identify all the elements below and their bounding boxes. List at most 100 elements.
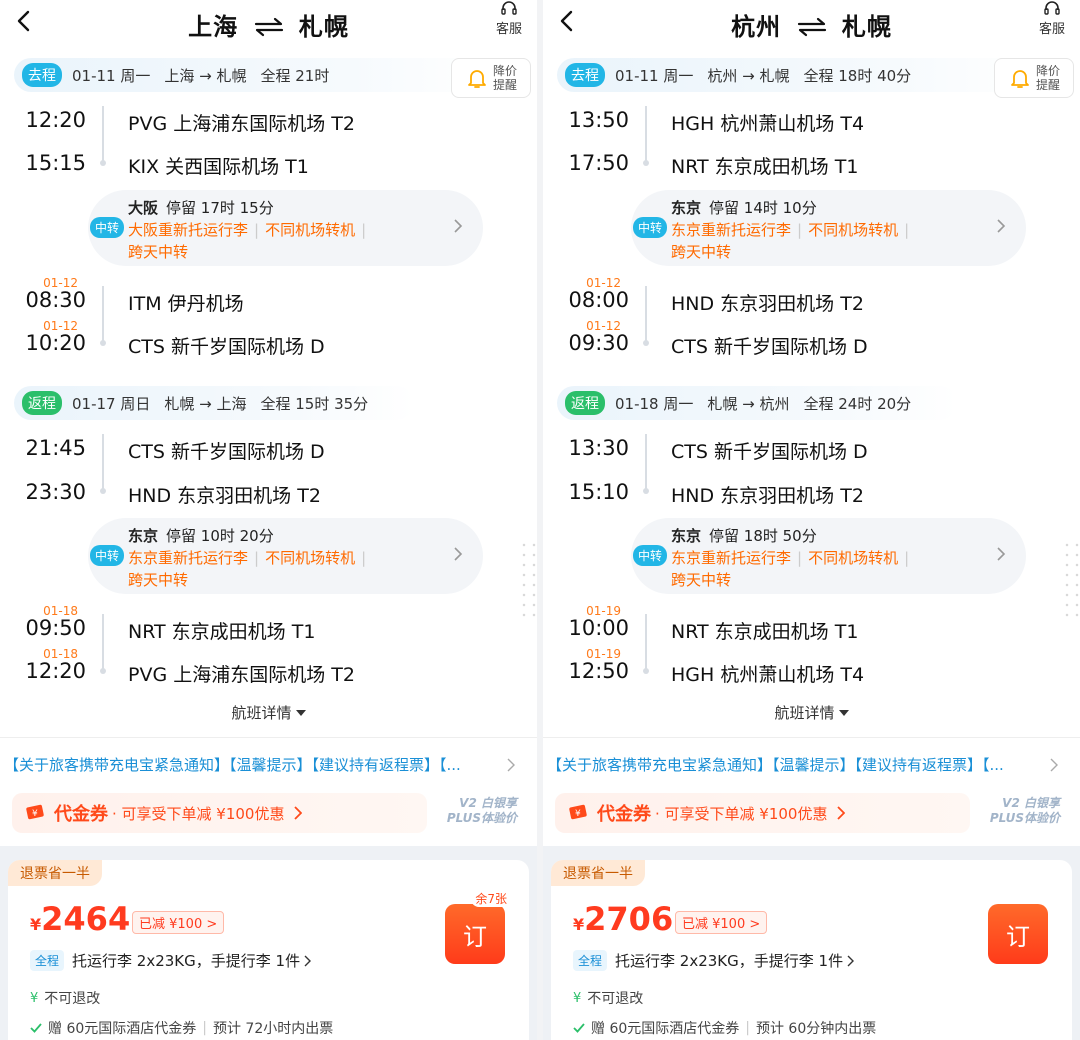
coupon-desc: · 可享受下单减 ¥100优惠 [655, 804, 828, 823]
route-title: 杭州 札幌 [543, 7, 1080, 42]
outbound-route: 杭州 → 札幌 [707, 66, 790, 85]
origin-city: 上海 [188, 13, 239, 41]
flight-details-toggle[interactable]: 航班详情 [543, 702, 1080, 723]
transfer-stay: 东京 停留 18时 50分 [671, 527, 817, 545]
coupon-banner[interactable]: ¥ 代金券 · 可享受下单减 ¥100优惠 [12, 793, 427, 833]
outbound-tag: 去程 [565, 63, 605, 87]
luggage-text: 托运行李 2x23KG，手提行李 1件 [72, 952, 301, 970]
coupon-name: 代金券 [54, 804, 108, 825]
arrival-time: 15:10 [568, 480, 629, 504]
check-icon [573, 1023, 585, 1033]
round-trip-arrows-icon [797, 17, 826, 37]
notice-link[interactable]: 【关于旅客携带充电宝紧急通知】【温馨提示】【建议持有返程票】【... [4, 754, 484, 775]
coupon-name: 代金券 [597, 804, 651, 825]
bell-icon [468, 70, 486, 88]
gift-info: 赠 60元国际酒店代金券 | 预计 72小时内出票 [30, 1018, 333, 1038]
luggage-scope-tag: 全程 [30, 950, 65, 971]
transfer-overnight: 跨天中转 [671, 571, 732, 589]
flight-leg: 23:30 HND 东京羽田机场 T2 [0, 472, 537, 508]
return-route: 札幌 → 杭州 [707, 394, 790, 413]
book-area: 余7张 订 [443, 890, 511, 964]
departure-time: 08:00 [568, 288, 629, 312]
screens: 上海 札幌 客服 去程 01-11 周一 上海 → 札幌 全程 21时 降价 提醒… [0, 0, 1080, 1040]
discount-badge[interactable]: 已减 ¥100 > [675, 911, 768, 934]
customer-service-button[interactable]: 客服 [1034, 0, 1070, 37]
transfer-info[interactable]: 中转 东京 停留 18时 50分 东京重新托运行李 | 不同机场转机 | 跨天中转 [631, 518, 1026, 594]
plus-membership-badge: V2 白银享 PLUS体验价 [446, 796, 517, 825]
airport-name: HND 东京羽田机场 T2 [128, 485, 321, 507]
airport-name: HGH 杭州萧山机场 T4 [671, 113, 865, 135]
destination-city: 札幌 [841, 13, 892, 41]
origin-city: 杭州 [731, 13, 782, 41]
fare-card: 退票省一半 ¥2464 已减 ¥100 > 余7张 订 全程 托运行李 2x23… [8, 860, 529, 1040]
airport-name: CTS 新千岁国际机场 D [128, 336, 325, 358]
price-alert-button[interactable]: 降价 提醒 [451, 58, 531, 98]
airport-name: PVG 上海浦东国际机场 T2 [128, 113, 355, 135]
airport-name: KIX 关西国际机场 T1 [128, 156, 309, 178]
refund-policy: ¥ 不可退改 [30, 988, 100, 1008]
luggage-info[interactable]: 全程 托运行李 2x23KG，手提行李 1件 [573, 950, 855, 971]
departure-time: 13:50 [568, 108, 629, 132]
customer-service-button[interactable]: 客服 [491, 0, 527, 37]
coupon-banner[interactable]: ¥ 代金券 · 可享受下单减 ¥100优惠 [555, 793, 970, 833]
chevron-right-icon [837, 806, 846, 820]
chevron-right-icon[interactable] [507, 758, 515, 772]
gift-text: 赠 60元国际酒店代金券 [591, 1021, 740, 1037]
flight-detail-panel-shanghai: 上海 札幌 客服 去程 01-11 周一 上海 → 札幌 全程 21时 降价 提醒… [0, 0, 537, 1040]
caret-down-icon [838, 710, 849, 716]
return-summary: 返程 01-17 周日 札幌 → 上海 全程 15时 35分 [14, 386, 414, 420]
bell-icon [1011, 70, 1029, 88]
refund-policy-text: 不可退改 [587, 991, 644, 1007]
edge-dots [519, 540, 537, 620]
transfer-info[interactable]: 中转 东京 停留 14时 10分 东京重新托运行李 | 不同机场转机 | 跨天中转 [631, 190, 1026, 266]
flight-leg: 01-12 08:00 HND 东京羽田机场 T2 [543, 276, 1080, 316]
transfer-tips: 东京重新托运行李 | 不同机场转机 | [671, 221, 910, 239]
return-tag: 返程 [565, 391, 605, 415]
discount-badge[interactable]: 已减 ¥100 > [132, 911, 225, 934]
outbound-total: 全程 21时 [260, 66, 330, 85]
arrival-time: 23:30 [25, 480, 86, 504]
transfer-tips: 东京重新托运行李 | 不同机场转机 | [128, 549, 367, 567]
flight-leg: 01-12 09:30 CTS 新千岁国际机场 D [543, 319, 1080, 359]
departure-time: 21:45 [25, 436, 86, 460]
route-title: 上海 札幌 [0, 7, 537, 42]
header: 杭州 札幌 客服 [543, 0, 1080, 46]
notice-link[interactable]: 【关于旅客携带充电宝紧急通知】【温馨提示】【建议持有返程票】【... [547, 754, 1027, 775]
outbound-summary: 去程 01-11 周一 杭州 → 札幌 全程 18时 40分 [557, 58, 1037, 92]
divider [0, 737, 537, 738]
transfer-info[interactable]: 中转 东京 停留 10时 20分 东京重新托运行李 | 不同机场转机 | 跨天中转 [88, 518, 483, 594]
divider [543, 737, 1080, 738]
transfer-overnight: 跨天中转 [128, 243, 189, 261]
transfer-info[interactable]: 中转 大阪 停留 17时 15分 大阪重新托运行李 | 不同机场转机 | 跨天中转 [88, 190, 483, 266]
seats-left-badge: 余7张 [471, 890, 511, 907]
luggage-scope-tag: 全程 [573, 950, 608, 971]
price-alert-button[interactable]: 降价 提醒 [994, 58, 1074, 98]
flight-leg: 15:15 KIX 关西国际机场 T1 [0, 143, 537, 179]
departure-time: 08:30 [25, 288, 86, 312]
luggage-info[interactable]: 全程 托运行李 2x23KG，手提行李 1件 [30, 950, 312, 971]
svg-text:¥: ¥ [32, 809, 38, 819]
flight-leg: 01-19 12:50 HGH 杭州萧山机场 T4 [543, 647, 1080, 687]
departure-time: 10:00 [568, 616, 629, 640]
flight-details-toggle[interactable]: 航班详情 [0, 702, 537, 723]
chevron-right-icon [847, 955, 855, 966]
airport-name: CTS 新千岁国际机场 D [128, 441, 325, 463]
airport-name: PVG 上海浦东国际机场 T2 [128, 664, 355, 686]
airport-name: HND 东京羽田机场 T2 [671, 485, 864, 507]
headset-icon [1044, 1, 1060, 15]
flight-leg: 21:45 CTS 新千岁国际机场 D [0, 428, 537, 464]
airport-name: CTS 新千岁国际机场 D [671, 336, 868, 358]
book-button[interactable]: 订 [445, 904, 505, 964]
return-date: 01-18 周一 [615, 394, 694, 413]
departure-time: 13:30 [568, 436, 629, 460]
transfer-stay: 大阪 停留 17时 15分 [128, 199, 274, 217]
airport-name: ITM 伊丹机场 [128, 293, 244, 315]
refund-policy: ¥ 不可退改 [573, 988, 643, 1008]
outbound-date: 01-11 周一 [615, 66, 694, 85]
return-total: 全程 15时 35分 [260, 394, 369, 413]
refund-policy-text: 不可退改 [44, 991, 101, 1007]
chevron-right-icon[interactable] [1050, 758, 1058, 772]
outbound-tag: 去程 [22, 63, 62, 87]
book-button[interactable]: 订 [988, 904, 1048, 964]
price-alert-label: 降价 提醒 [492, 64, 517, 92]
